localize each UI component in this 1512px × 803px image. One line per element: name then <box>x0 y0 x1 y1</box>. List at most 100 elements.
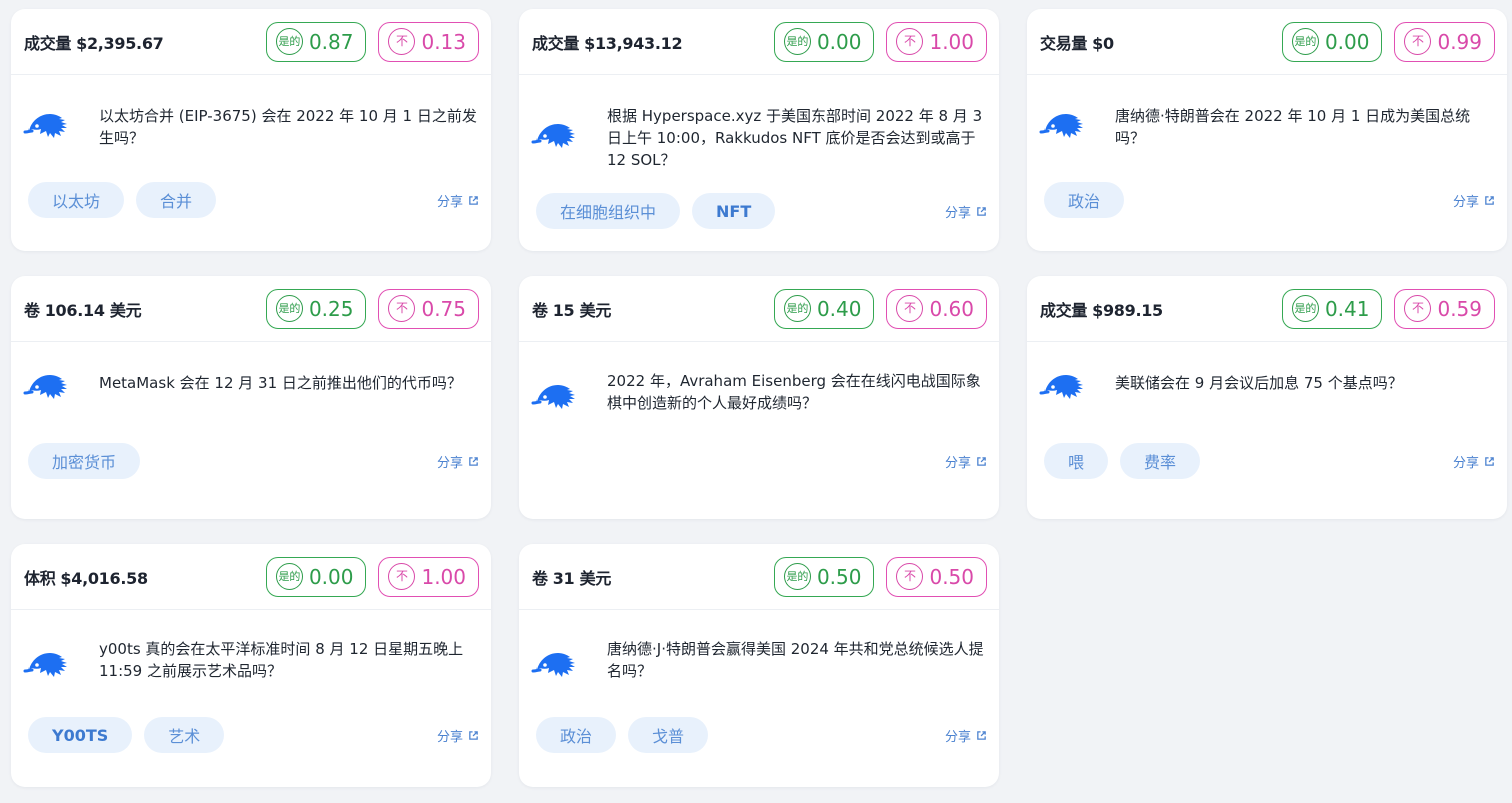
yes-badge: 是的 <box>783 563 811 590</box>
share-link[interactable]: 分享 <box>1453 191 1495 210</box>
yes-button[interactable]: 是的 0.00 <box>1281 21 1383 62</box>
card-header: 体积 $4,016.58 是的 0.00 不 1.00 <box>11 544 491 610</box>
no-badge: 不 <box>388 563 416 590</box>
market-question[interactable]: MetaMask 会在 12 月 31 日之前推出他们的代币吗？ <box>99 372 462 394</box>
tag-list: 以太坊 合并 <box>28 182 217 218</box>
tag[interactable]: 政治 <box>536 717 617 753</box>
volume: 卷 31 美元 <box>532 568 612 588</box>
yes-button[interactable]: 是的 0.41 <box>1281 288 1383 329</box>
yes-button[interactable]: 是的 0.00 <box>773 21 875 62</box>
market-card[interactable]: 成交量 $989.15 是的 0.41 不 0.59 美联储会在 9 月会议后加息 7… <box>1027 276 1507 519</box>
no-badge: 不 <box>896 295 924 322</box>
external-link-icon <box>469 730 478 740</box>
external-link-icon <box>977 206 986 216</box>
tag[interactable]: NFT <box>692 193 776 229</box>
yes-badge: 是的 <box>275 563 303 590</box>
tag[interactable]: 费率 <box>1120 443 1201 479</box>
share-link[interactable]: 分享 <box>437 452 479 471</box>
share-link[interactable]: 分享 <box>945 726 987 745</box>
yes-price: 0.40 <box>816 296 862 321</box>
tag-list: Y00TS 艺术 <box>28 717 225 753</box>
tag[interactable]: 以太坊 <box>28 182 125 218</box>
tag-list: 政治 <box>1044 182 1125 218</box>
market-question[interactable]: 唐纳德·特朗普会在 2022 年 10 月 1 日成为美国总统吗？ <box>1115 105 1495 149</box>
market-card[interactable]: 成交量 $13,943.12 是的 0.00 不 1.00 根据 Hyperspace… <box>519 9 999 251</box>
tag[interactable]: 加密货币 <box>28 443 141 479</box>
yes-price: 0.25 <box>308 296 354 321</box>
hedgehog-avatar-icon <box>1039 375 1083 399</box>
share-link[interactable]: 分享 <box>437 191 479 210</box>
market-card[interactable]: 成交量 $2,395.67 是的 0.87 不 0.13 以太坊合并 (EIP-367… <box>11 9 491 251</box>
no-button[interactable]: 不 0.75 <box>378 288 479 329</box>
yes-button[interactable]: 是的 0.00 <box>265 556 367 597</box>
share-link[interactable]: 分享 <box>1453 452 1495 471</box>
yes-badge: 是的 <box>1291 295 1319 322</box>
volume-amount: $0 <box>1092 33 1114 53</box>
market-question[interactable]: 2022 年，Avraham Eisenberg 会在在线闪电战国际象棋中创造新… <box>607 370 987 414</box>
yes-price: 0.50 <box>816 564 862 589</box>
market-card[interactable]: 卷 15 美元 是的 0.40 不 0.60 2022 年，Avraham Eisen… <box>519 276 999 519</box>
external-link-icon <box>977 457 986 466</box>
no-badge: 不 <box>896 563 924 590</box>
no-badge: 不 <box>388 295 416 322</box>
no-button[interactable]: 不 0.50 <box>886 556 987 597</box>
tag[interactable]: Y00TS <box>28 717 133 753</box>
share-link[interactable]: 分享 <box>945 452 987 471</box>
no-button[interactable]: 不 1.00 <box>378 556 479 597</box>
card-header: 成交量 $2,395.67 是的 0.87 不 0.13 <box>11 9 491 75</box>
tag[interactable]: 在细胞组织中 <box>536 193 681 229</box>
yes-button[interactable]: 是的 0.87 <box>265 21 367 62</box>
tag[interactable]: 政治 <box>1044 182 1125 218</box>
market-question[interactable]: 美联储会在 9 月会议后加息 75 个基点吗？ <box>1115 372 1403 394</box>
no-price: 0.59 <box>1437 296 1482 321</box>
hedgehog-avatar-icon <box>23 653 67 677</box>
volume-amount: $4,016.58 <box>60 568 148 588</box>
external-link-icon <box>977 730 986 740</box>
volume-amount: 31 美元 <box>552 568 612 588</box>
yes-button[interactable]: 是的 0.50 <box>773 556 875 597</box>
no-button[interactable]: 不 1.00 <box>886 21 987 62</box>
tag-list: 在细胞组织中 NFT <box>536 193 776 229</box>
yes-price: 0.41 <box>1324 296 1370 321</box>
yes-price: 0.87 <box>308 29 354 54</box>
market-question[interactable]: 唐纳德·J·特朗普会赢得美国 2024 年共和党总统候选人提名吗？ <box>607 638 987 682</box>
volume-amount: $2,395.67 <box>76 33 164 53</box>
market-card[interactable]: 体积 $4,016.58 是的 0.00 不 1.00 y00ts 真的会在太平洋标准… <box>11 544 491 787</box>
tag-list: 喂 费率 <box>1044 443 1201 479</box>
no-price: 0.13 <box>421 29 466 54</box>
tag[interactable]: 艺术 <box>144 717 225 753</box>
no-button[interactable]: 不 0.99 <box>1394 21 1495 62</box>
tag[interactable]: 喂 <box>1044 443 1109 479</box>
no-price: 0.60 <box>929 296 974 321</box>
share-link[interactable]: 分享 <box>437 726 479 745</box>
card-header: 交易量 $0 是的 0.00 不 0.99 <box>1027 9 1507 75</box>
volume-amount: 15 美元 <box>552 300 612 320</box>
hedgehog-avatar-icon <box>531 653 575 677</box>
hedgehog-avatar-icon <box>531 385 575 409</box>
yes-button[interactable]: 是的 0.25 <box>265 288 367 329</box>
yes-price: 0.00 <box>816 29 862 54</box>
no-button[interactable]: 不 0.13 <box>378 21 479 62</box>
market-card[interactable]: 卷 106.14 美元 是的 0.25 不 0.75 MetaMask 会在 12 月… <box>11 276 491 519</box>
share-link[interactable]: 分享 <box>945 202 987 221</box>
external-link-icon <box>1485 456 1494 466</box>
tag[interactable]: 合并 <box>136 182 217 218</box>
hedgehog-avatar-icon <box>531 124 575 148</box>
card-header: 卷 31 美元 是的 0.50 不 0.50 <box>519 544 999 610</box>
no-button[interactable]: 不 0.60 <box>886 288 987 329</box>
no-button[interactable]: 不 0.59 <box>1394 288 1495 329</box>
market-card[interactable]: 交易量 $0 是的 0.00 不 0.99 唐纳德·特朗普会在 2022 年 10 月… <box>1027 9 1507 251</box>
market-card[interactable]: 卷 31 美元 是的 0.50 不 0.50 唐纳德·J·特朗普会赢得美国 2024 … <box>519 544 999 787</box>
markets-grid: 成交量 $2,395.67 是的 0.87 不 0.13 以太坊合并 (EIP-367… <box>0 0 1512 803</box>
market-question[interactable]: 根据 Hyperspace.xyz 于美国东部时间 2022 年 8 月 3 日… <box>607 105 987 171</box>
yes-badge: 是的 <box>275 295 303 322</box>
hedgehog-avatar-icon <box>23 114 67 138</box>
volume-amount: 106.14 美元 <box>44 300 142 320</box>
no-badge: 不 <box>1404 295 1432 322</box>
tag[interactable]: 戈普 <box>628 717 709 753</box>
volume: 卷 15 美元 <box>532 300 612 320</box>
market-question[interactable]: y00ts 真的会在太平洋标准时间 8 月 12 日星期五晚上 11:59 之前… <box>99 638 479 682</box>
no-price: 1.00 <box>421 564 466 589</box>
yes-button[interactable]: 是的 0.40 <box>773 288 875 329</box>
market-question[interactable]: 以太坊合并 (EIP-3675) 会在 2022 年 10 月 1 日之前发生吗… <box>99 105 479 149</box>
